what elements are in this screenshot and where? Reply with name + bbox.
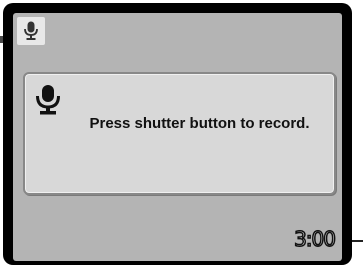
microphone-icon	[24, 21, 38, 40]
callout-leader-line	[352, 240, 363, 242]
microphone-icon	[36, 85, 60, 115]
lcd-screen: Press shutter button to record. 3:00	[13, 13, 342, 261]
camera-lcd-frame: Press shutter button to record. 3:00	[3, 3, 352, 265]
dialog-message: Press shutter button to record.	[89, 115, 310, 132]
voice-mode-indicator	[17, 17, 45, 45]
record-prompt-dialog: Press shutter button to record.	[23, 72, 336, 195]
recording-time-remaining: 3:00	[293, 226, 336, 252]
